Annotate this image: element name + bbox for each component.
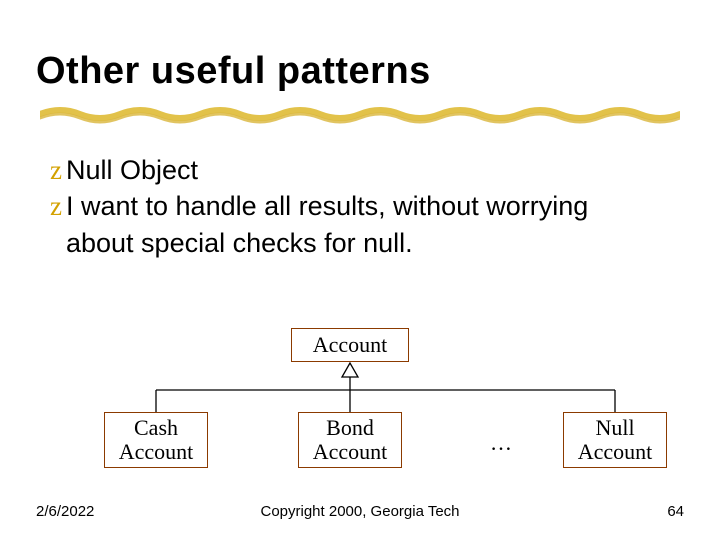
bullet-item: z I want to handle all results, without … xyxy=(50,188,640,261)
diagram-child-label: Cash Account xyxy=(119,416,194,464)
footer-page: 64 xyxy=(667,503,684,520)
diagram-child-box: Cash Account xyxy=(104,412,208,468)
footer-copyright: Copyright 2000, Georgia Tech xyxy=(0,503,720,520)
slide-title: Other useful patterns xyxy=(36,50,431,93)
diagram-child-label: Null Account xyxy=(578,416,653,464)
bullet-icon: z xyxy=(50,152,62,188)
diagram-child-label: Bond Account xyxy=(313,416,388,464)
title-underline xyxy=(40,104,680,124)
diagram-child-box: Null Account xyxy=(563,412,667,468)
diagram-child-box: Bond Account xyxy=(298,412,402,468)
diagram-parent-box: Account xyxy=(291,328,409,362)
diagram-ellipsis: … xyxy=(490,430,512,456)
class-diagram: Account Cash Account Bond Account … Null… xyxy=(0,310,720,480)
bullet-text: Null Object xyxy=(66,152,640,188)
bullet-text: I want to handle all results, without wo… xyxy=(66,188,640,261)
bullet-icon: z xyxy=(50,188,62,261)
bullet-list: z Null Object z I want to handle all res… xyxy=(50,152,640,261)
diagram-parent-label: Account xyxy=(313,333,388,357)
bullet-item: z Null Object xyxy=(50,152,640,188)
